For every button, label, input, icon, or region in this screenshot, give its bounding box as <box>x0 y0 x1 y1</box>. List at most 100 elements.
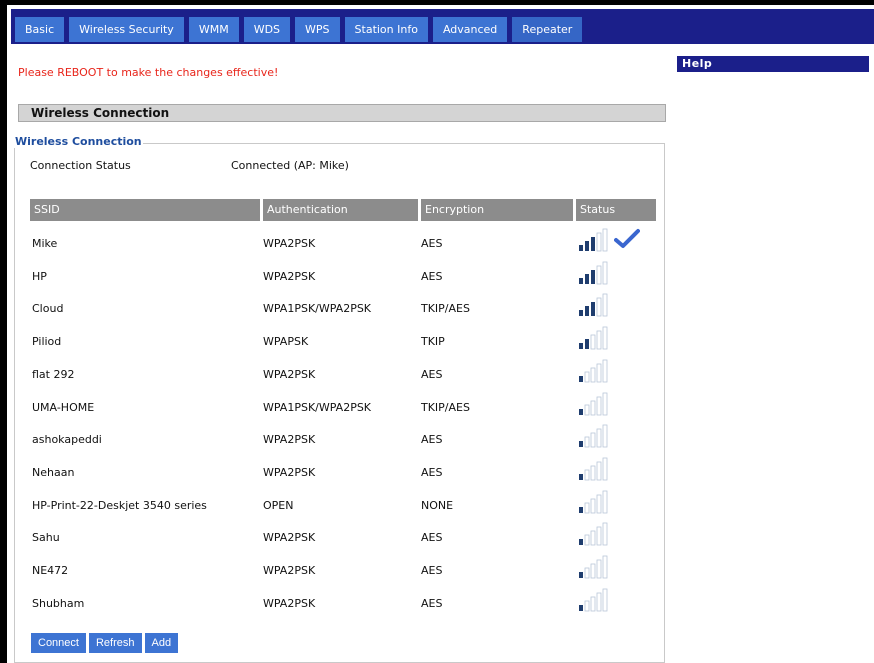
signal-bar <box>596 297 602 317</box>
refresh-button[interactable]: Refresh <box>88 633 142 653</box>
ap-authentication: WPA2PSK <box>263 270 316 283</box>
ap-authentication: OPEN <box>263 499 294 512</box>
ap-ssid: Sahu <box>32 531 60 544</box>
signal-bar <box>596 526 602 546</box>
ap-encryption: AES <box>421 368 443 381</box>
signal-strength-icon <box>579 359 608 383</box>
connect-button[interactable]: Connect <box>31 633 86 653</box>
signal-bar <box>602 490 608 514</box>
connected-check-icon <box>614 229 640 248</box>
signal-strength-icon <box>579 490 608 514</box>
tab-list: Basic Wireless Security WMM WDS WPS Station I… <box>15 17 583 42</box>
ap-row[interactable]: NE472 WPA2PSK AES <box>0 555 874 583</box>
signal-bar <box>579 441 583 447</box>
tab-repeater[interactable]: Repeater <box>512 17 583 42</box>
signal-bar <box>584 371 590 383</box>
signal-bar <box>579 605 583 611</box>
ap-row[interactable]: HP-Print-22-Deskjet 3540 series OPEN NONE <box>0 490 874 518</box>
signal-bar <box>602 326 608 350</box>
tab-station-info[interactable]: Station Info <box>344 17 428 42</box>
ap-row[interactable]: Nehaan WPA2PSK AES <box>0 457 874 485</box>
add-button[interactable]: Add <box>144 633 179 653</box>
signal-bar <box>590 432 596 448</box>
signal-bar <box>596 592 602 612</box>
ap-row[interactable]: Piliod WPAPSK TKIP <box>0 326 874 354</box>
signal-bar <box>602 392 608 416</box>
signal-bar <box>596 232 602 252</box>
signal-bar <box>602 228 608 252</box>
ap-authentication: WPA2PSK <box>263 466 316 479</box>
signal-bar <box>579 507 583 513</box>
signal-bar <box>585 274 589 284</box>
ap-ssid: flat 292 <box>32 368 75 381</box>
signal-strength-icon <box>579 457 608 481</box>
ap-row[interactable]: flat 292 WPA2PSK AES <box>0 359 874 387</box>
ap-ssid: ashokapeddi <box>32 433 102 446</box>
signal-strength-icon <box>579 588 608 612</box>
ap-encryption: TKIP/AES <box>421 401 470 414</box>
ap-row[interactable]: Cloud WPA1PSK/WPA2PSK TKIP/AES <box>0 293 874 321</box>
ap-encryption: AES <box>421 564 443 577</box>
tab-advanced[interactable]: Advanced <box>432 17 508 42</box>
fieldset-legend: Wireless Connection <box>14 135 143 148</box>
signal-bar <box>579 539 583 545</box>
signal-bar <box>579 343 583 349</box>
ap-encryption: AES <box>421 237 443 250</box>
ap-row[interactable]: UMA-HOME WPA1PSK/WPA2PSK TKIP/AES <box>0 392 874 420</box>
tab-wps[interactable]: WPS <box>295 17 340 42</box>
tab-wmm[interactable]: WMM <box>188 17 239 42</box>
signal-bar <box>596 461 602 481</box>
signal-bar <box>584 534 590 546</box>
ap-row[interactable]: HP WPA2PSK AES <box>0 261 874 289</box>
ap-authentication: WPA2PSK <box>263 433 316 446</box>
signal-bar <box>591 237 595 251</box>
signal-bar <box>602 555 608 579</box>
tab-basic[interactable]: Basic <box>15 17 65 42</box>
ap-encryption: AES <box>421 597 443 610</box>
ap-ssid: NE472 <box>32 564 69 577</box>
tab-wireless-security[interactable]: Wireless Security <box>69 17 184 42</box>
ap-ssid: Shubham <box>32 597 85 610</box>
ap-ssid: Piliod <box>32 335 62 348</box>
signal-bar <box>596 559 602 579</box>
action-buttons: Connect Refresh Add <box>31 633 179 653</box>
signal-bar <box>602 424 608 448</box>
signal-bar <box>579 376 583 382</box>
ap-row[interactable]: Shubham WPA2PSK AES <box>0 588 874 616</box>
signal-bar <box>602 359 608 383</box>
ap-ssid: Nehaan <box>32 466 75 479</box>
signal-bar <box>590 498 596 514</box>
signal-bar <box>585 339 589 349</box>
connection-status-value: Connected (AP: Mike) <box>231 159 349 172</box>
signal-bar <box>585 306 589 316</box>
signal-bar <box>584 436 590 448</box>
ap-ssid: Cloud <box>32 302 64 315</box>
ap-authentication: WPA2PSK <box>263 531 316 544</box>
section-title: Wireless Connection <box>18 104 666 122</box>
signal-bar <box>584 404 590 416</box>
signal-bar <box>584 502 590 514</box>
ap-authentication: WPA2PSK <box>263 564 316 577</box>
ap-ssid: HP <box>32 270 47 283</box>
column-header-authentication: Authentication <box>263 199 418 221</box>
ap-row[interactable]: Mike WPA2PSK AES <box>0 228 874 256</box>
signal-strength-icon <box>579 424 608 448</box>
signal-bar <box>590 367 596 383</box>
tab-wds[interactable]: WDS <box>243 17 291 42</box>
signal-bar <box>602 588 608 612</box>
ap-authentication: WPAPSK <box>263 335 309 348</box>
signal-bar <box>596 428 602 448</box>
signal-bar <box>579 409 583 415</box>
tab-bar: Basic Wireless Security WMM WDS WPS Station I… <box>11 9 874 44</box>
ap-ssid: UMA-HOME <box>32 401 95 414</box>
signal-bar <box>596 396 602 416</box>
reboot-notice: Please REBOOT to make the changes effect… <box>18 66 279 79</box>
signal-bar <box>590 530 596 546</box>
ap-row[interactable]: Sahu WPA2PSK AES <box>0 522 874 550</box>
ap-row[interactable]: ashokapeddi WPA2PSK AES <box>0 424 874 452</box>
ap-authentication: WPA2PSK <box>263 368 316 381</box>
ap-encryption: NONE <box>421 499 454 512</box>
signal-bar <box>596 494 602 514</box>
signal-bar <box>596 265 602 285</box>
ap-ssid: HP-Print-22-Deskjet 3540 series <box>32 499 207 512</box>
